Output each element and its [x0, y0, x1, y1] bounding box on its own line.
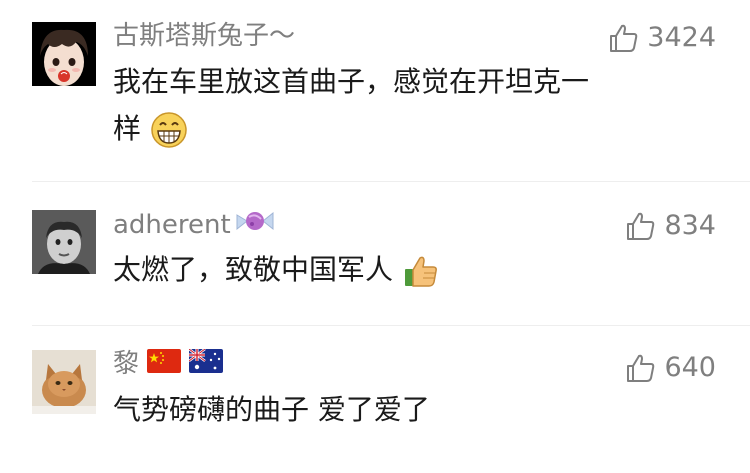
australia-flag-icon — [188, 347, 224, 382]
comment-item: 古斯塔斯兔子～ 3424 我在车里放这首曲子，感觉在开坦克一 样 — [0, 0, 750, 175]
avatar[interactable] — [32, 350, 96, 414]
like-button[interactable]: 3424 — [607, 21, 716, 55]
like-button[interactable]: 640 — [624, 351, 716, 385]
comment-text: 太燃了，致敬中国军人 — [113, 246, 713, 293]
like-count: 640 — [664, 352, 716, 383]
comment-text: 气势磅礴的曲子 爱了爱了 — [113, 393, 430, 426]
like-count: 834 — [664, 210, 716, 241]
avatar[interactable] — [32, 22, 96, 86]
candy-icon — [235, 207, 275, 244]
grin-emoji — [150, 111, 188, 149]
divider — [32, 325, 750, 326]
comment-item: adherent 834 太燃了，致敬中国军人 — [0, 190, 750, 330]
username[interactable]: adherent — [113, 207, 275, 244]
username[interactable]: 古斯塔斯兔子～ — [113, 19, 295, 53]
username[interactable]: 黎 — [113, 347, 224, 382]
comment-text: 我在车里放这首曲子，感觉在开坦克一 样 — [113, 58, 713, 152]
thumbs-up-emoji — [402, 252, 440, 290]
china-flag-icon — [147, 348, 182, 382]
like-count: 3424 — [647, 22, 716, 53]
thumbs-up-icon — [624, 352, 656, 384]
avatar[interactable] — [32, 210, 96, 274]
like-button[interactable]: 834 — [624, 209, 716, 243]
comment-item: 黎 640 气势磅礴的曲子 爱了爱了 — [0, 330, 750, 473]
thumbs-up-icon — [624, 210, 656, 242]
divider — [32, 181, 750, 182]
thumbs-up-icon — [607, 22, 639, 54]
